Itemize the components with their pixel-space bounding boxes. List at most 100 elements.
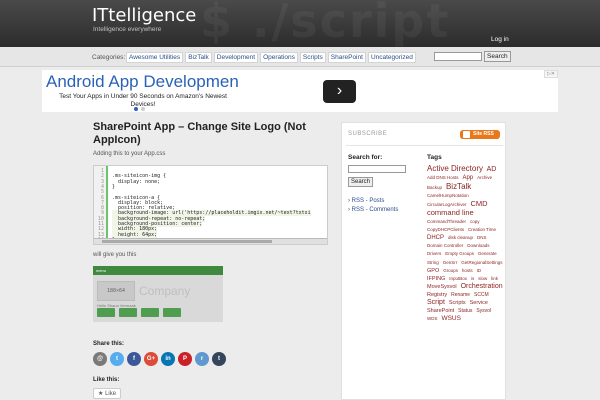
- site-tagline: Intelligence everywhere: [93, 26, 162, 33]
- tag-link[interactable]: is: [471, 276, 474, 281]
- code-line: }: [112, 183, 116, 190]
- tag-link[interactable]: Groups: [443, 268, 458, 273]
- post-title[interactable]: SharePoint App – Change Site Logo (Not A…: [93, 121, 333, 147]
- tag-link[interactable]: disk cleanup: [448, 235, 473, 240]
- tag-link[interactable]: Orchestration: [461, 283, 503, 290]
- sidebar-search-button[interactable]: Search: [348, 177, 374, 187]
- scrollbar-thumb[interactable]: [102, 240, 272, 243]
- code-block[interactable]: 1234567891011121314 .ms-siteicon-img { d…: [93, 165, 328, 245]
- sidebar: SUBSCRIBE Site RSS Feed Search for: Sear…: [341, 122, 506, 400]
- tag-link[interactable]: DNS: [477, 235, 487, 240]
- category-biztalk[interactable]: BizTalk: [185, 52, 212, 63]
- tag-link[interactable]: slow: [478, 276, 487, 281]
- tag-link[interactable]: String: [427, 260, 439, 265]
- code-horizontal-scrollbar[interactable]: [94, 238, 327, 244]
- linkedin-share-icon[interactable]: in: [161, 352, 175, 366]
- tag-link[interactable]: Registry: [427, 292, 447, 298]
- tag-link[interactable]: MoveSysvol: [427, 284, 457, 290]
- twitter-share-icon[interactable]: t: [110, 352, 124, 366]
- tag-link[interactable]: CopyDHCPClients: [427, 227, 464, 232]
- tag-link[interactable]: CommandThreader: [427, 219, 466, 224]
- tag-link[interactable]: WDS: [427, 316, 438, 321]
- post-intro: Adding this to your App.css: [93, 151, 166, 157]
- tag-link[interactable]: GenSrr: [443, 260, 458, 265]
- tag-link[interactable]: copy: [470, 219, 480, 224]
- adchoices-icon[interactable]: ▷✕: [543, 70, 558, 78]
- tag-link[interactable]: Drivers: [427, 251, 441, 256]
- header-decoration: $ ./script: [200, 0, 451, 47]
- header-search-input[interactable]: [434, 52, 482, 61]
- post-text: will give you this: [93, 252, 137, 258]
- rss-comments-link[interactable]: › RSS - Comments: [348, 206, 398, 215]
- tag-link[interactable]: Status: [458, 308, 472, 314]
- facebook-share-icon[interactable]: f: [127, 352, 141, 366]
- googleplus-share-icon[interactable]: G+: [144, 352, 158, 366]
- like-button-label: Like: [105, 391, 117, 397]
- tag-link[interactable]: GetRegionalSettings: [461, 260, 502, 265]
- tags-heading: Tags: [427, 154, 442, 161]
- chevron-right-icon[interactable]: ›: [323, 80, 356, 103]
- tag-link[interactable]: InputBox: [449, 276, 467, 281]
- tag-link[interactable]: DHCP: [427, 235, 444, 241]
- tag-link[interactable]: Add DNS Hosts: [427, 175, 459, 180]
- tag-link[interactable]: Archive: [477, 175, 492, 180]
- header-search-button[interactable]: Search: [484, 51, 511, 62]
- result-screenshot: menu 180×64 Company Hello Shaun Vermaak: [93, 266, 223, 322]
- ad-pager-dot[interactable]: [141, 107, 145, 111]
- tag-link[interactable]: Backup: [427, 185, 442, 190]
- tag-link[interactable]: Active Directory: [427, 164, 483, 173]
- tag-link[interactable]: ID: [477, 268, 482, 273]
- screenshot-green-button: [163, 308, 181, 317]
- category-awesome-utilities[interactable]: Awesome Utilities: [126, 52, 184, 63]
- tag-link[interactable]: hosts: [462, 268, 473, 273]
- advertisement[interactable]: Android App Developmen Test Your Apps in…: [42, 70, 558, 112]
- category-uncategorized[interactable]: Uncategorized: [367, 52, 416, 63]
- rss-feed-button[interactable]: Site RSS Feed: [460, 130, 500, 146]
- email-share-icon[interactable]: @: [93, 352, 107, 366]
- tag-link[interactable]: App: [462, 175, 473, 181]
- screenshot-logo-placeholder: 180×64: [97, 281, 135, 301]
- sidebar-search-input[interactable]: [348, 165, 406, 173]
- share-label: Share this:: [93, 341, 125, 347]
- tag-link[interactable]: Empty Groups: [445, 251, 474, 256]
- site-title[interactable]: ITtelligence: [92, 5, 196, 26]
- tag-link[interactable]: Downloads: [467, 243, 489, 248]
- category-sharepoint[interactable]: SharePoint: [327, 52, 366, 63]
- rss-posts-link[interactable]: › RSS - Posts: [348, 197, 398, 206]
- category-operations[interactable]: Operations: [260, 52, 298, 63]
- reddit-share-icon[interactable]: r: [195, 352, 209, 366]
- tag-link[interactable]: Script: [427, 299, 445, 306]
- tag-link[interactable]: link: [491, 276, 498, 281]
- like-button[interactable]: ★ Like: [93, 388, 122, 399]
- screenshot-topbar: menu: [93, 266, 223, 275]
- tag-link[interactable]: Service: [470, 300, 488, 306]
- tag-link[interactable]: CMD: [470, 199, 487, 208]
- tag-link[interactable]: Scripts: [449, 300, 466, 306]
- tag-link[interactable]: Generate: [478, 251, 497, 256]
- tag-link[interactable]: GPO: [427, 268, 439, 274]
- ad-pager-dot[interactable]: [134, 107, 138, 111]
- tag-link[interactable]: CircularLogArchiver: [427, 202, 467, 207]
- tumblr-share-icon[interactable]: t: [212, 352, 226, 366]
- tag-link[interactable]: BizTalk: [446, 182, 471, 191]
- login-link[interactable]: Log in: [491, 36, 509, 43]
- tag-link[interactable]: WSUS: [441, 315, 461, 322]
- tag-link[interactable]: Creation Time: [468, 227, 496, 232]
- code-line: height: 64px;: [112, 231, 158, 238]
- tag-link[interactable]: command line: [427, 208, 474, 217]
- tag-link[interactable]: IFPING: [427, 276, 445, 282]
- tag-link[interactable]: Rename: [451, 292, 470, 298]
- tag-link[interactable]: AD: [487, 166, 497, 173]
- like-label: Like this:: [93, 377, 120, 383]
- tag-link[interactable]: Sysvol: [476, 308, 491, 314]
- tag-link[interactable]: Domain Controller: [427, 243, 463, 248]
- ad-title[interactable]: Android App Developmen: [46, 72, 242, 92]
- tag-link[interactable]: CamelHumpNotation: [427, 193, 469, 198]
- pinterest-share-icon[interactable]: P: [178, 352, 192, 366]
- category-development[interactable]: Development: [213, 52, 259, 63]
- tag-cloud: Active Directory AD Add DNS Hosts App Ar…: [427, 164, 505, 323]
- tag-link[interactable]: SCCM: [474, 292, 489, 298]
- tag-link[interactable]: SharePoint: [427, 308, 454, 314]
- code-gutter: 1234567891011121314: [94, 166, 108, 243]
- category-scripts[interactable]: Scripts: [299, 52, 326, 63]
